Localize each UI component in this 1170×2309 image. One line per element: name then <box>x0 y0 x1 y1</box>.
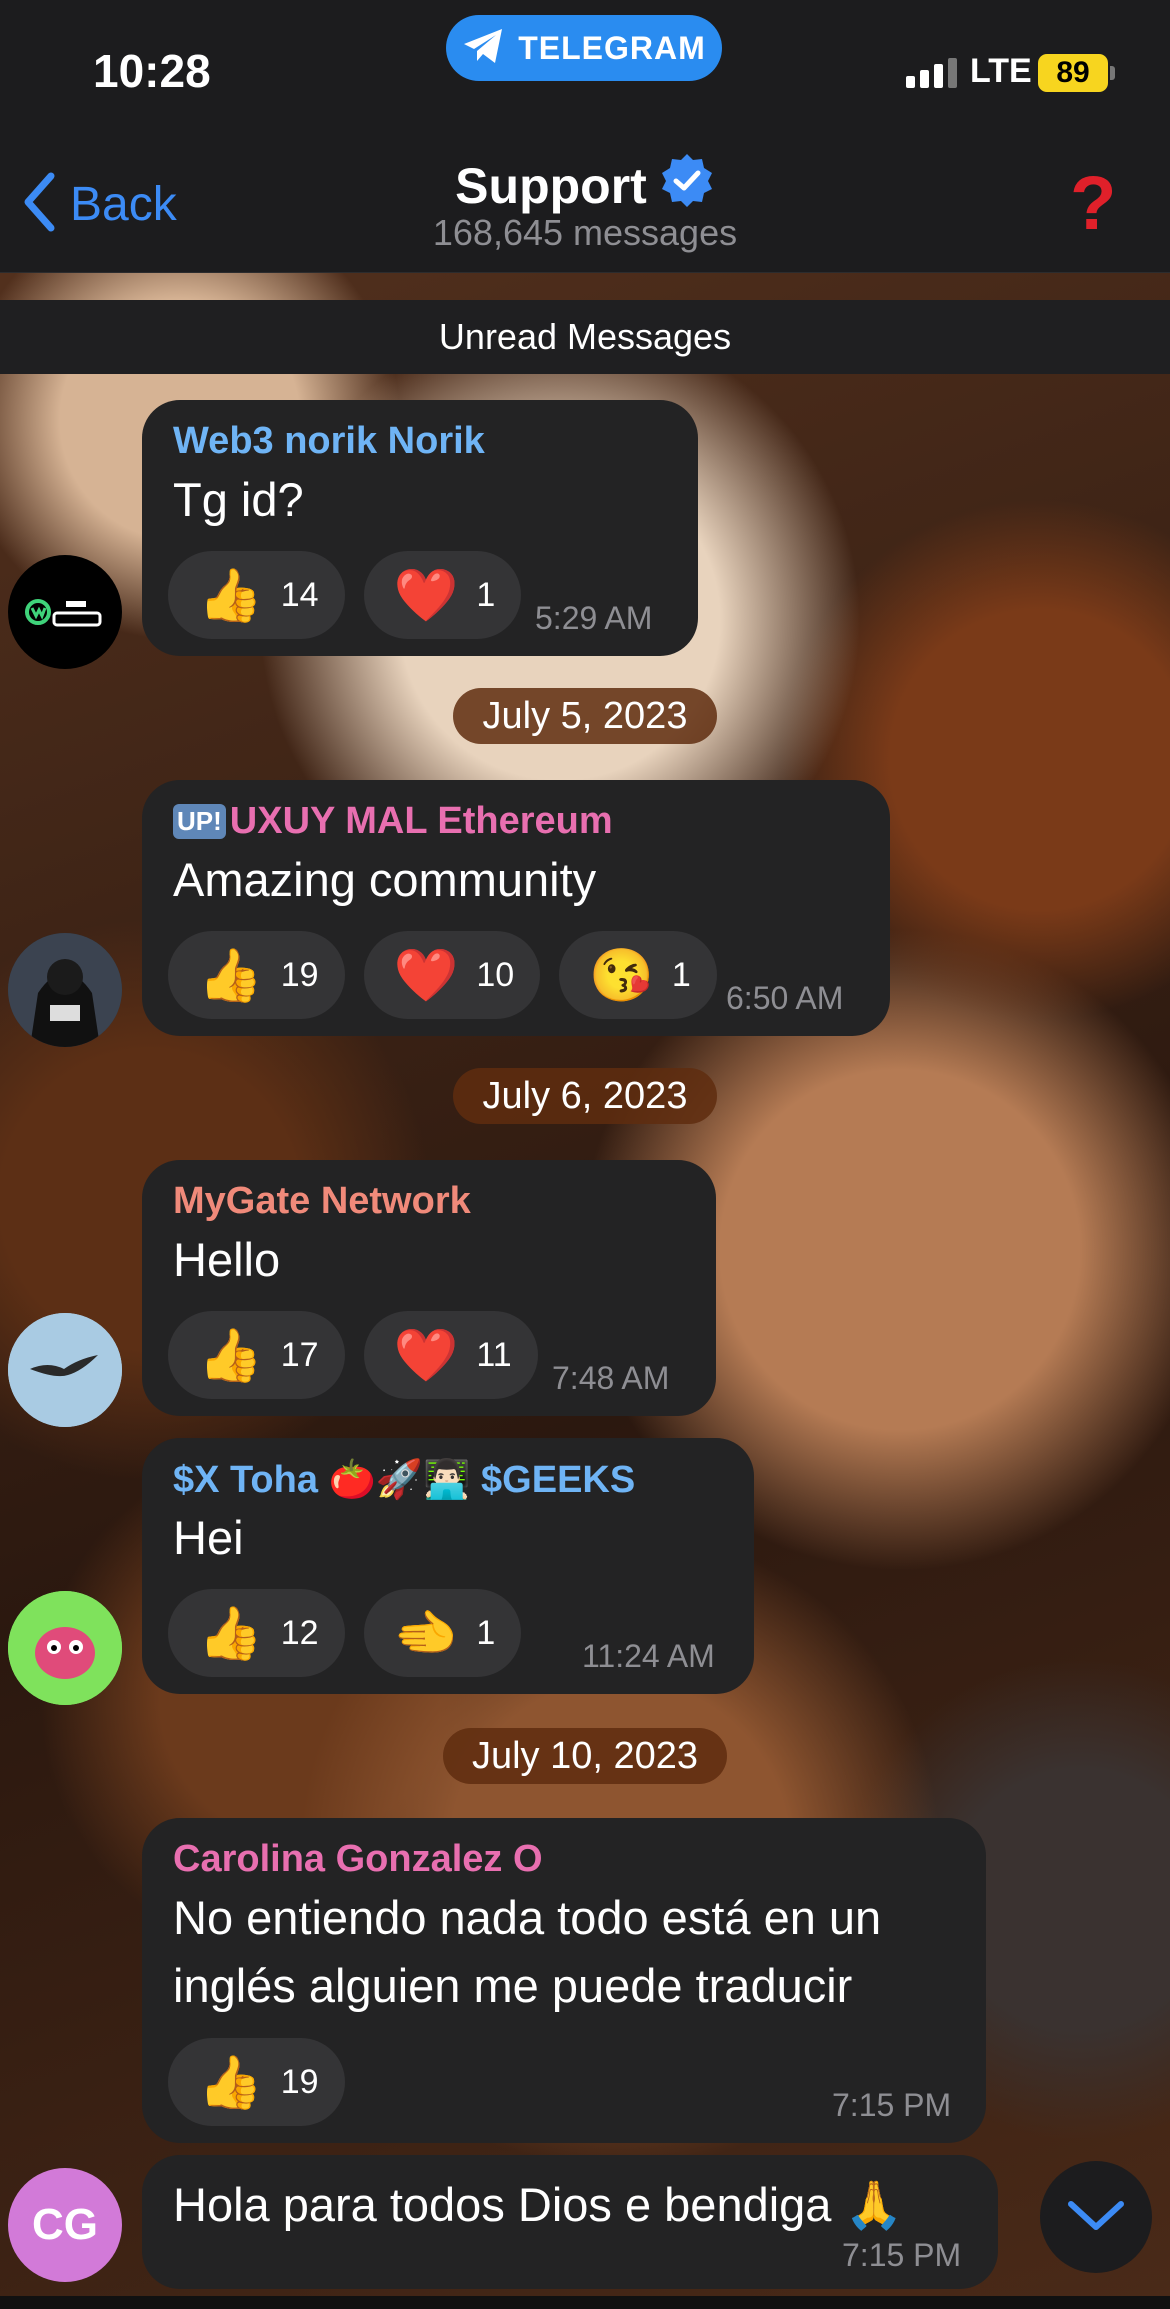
message-time: 5:29 AM <box>535 600 653 636</box>
pointing-hand-icon: 🫲 <box>393 1604 459 1663</box>
up-badge: UP! <box>173 804 226 839</box>
message-bubble[interactable]: Web3 norik Norik Tg id? 👍 14 ❤️ 1 5:29 A… <box>142 400 698 656</box>
avatar[interactable] <box>8 555 122 669</box>
reaction-count: 1 <box>476 575 496 614</box>
message-text: Hola para todos Dios e bendiga 🙏 <box>173 2178 904 2231</box>
avatar[interactable] <box>8 1313 122 1427</box>
hoodie-person-icon <box>8 933 122 1047</box>
chat-title[interactable]: Support <box>455 152 715 220</box>
verified-icon <box>659 152 715 220</box>
reaction-count: 11 <box>476 1335 512 1374</box>
message-bubble[interactable]: $X Toha 🍅🚀👨🏻‍💻 $GEEKS Hei 👍 12 🫲 1 11:24… <box>142 1438 754 1694</box>
unread-messages-divider: Unread Messages <box>0 300 1170 374</box>
reaction-count: 1 <box>671 955 691 994</box>
sender-name[interactable]: Carolina Gonzalez O <box>173 1838 543 1881</box>
avatar[interactable] <box>8 933 122 1047</box>
heart-icon: ❤️ <box>393 566 459 625</box>
message-text: Tg id? <box>173 473 304 526</box>
kissing-face-icon: 😘 <box>589 946 654 1005</box>
reaction-kiss[interactable]: 😘 1 <box>559 931 717 1019</box>
status-bar: 10:28 TELEGRAM LTE 89 <box>0 0 1170 120</box>
message-text: Hei <box>173 1511 244 1564</box>
sender-name[interactable]: MyGate Network <box>173 1180 471 1223</box>
message-bubble[interactable]: MyGate Network Hello 👍 17 ❤️ 11 7:48 AM <box>142 1160 716 1416</box>
message-time: 7:15 PM <box>832 2087 952 2123</box>
avatar-initials: CG <box>32 2200 98 2249</box>
date-label: July 6, 2023 <box>482 1074 688 1117</box>
reaction-thumbs-up[interactable]: 👍 12 <box>168 1589 345 1677</box>
reaction-thumbs-up[interactable]: 👍 19 <box>168 931 345 1019</box>
reaction-count: 19 <box>280 2062 319 2101</box>
reaction-heart[interactable]: ❤️ 11 <box>363 1311 538 1399</box>
chat-header: Back Support 168,645 messages ? <box>0 120 1170 273</box>
reaction-count: 1 <box>476 1613 496 1652</box>
message-time: 7:48 AM <box>552 1360 670 1396</box>
thumbs-up-icon: 👍 <box>198 1604 263 1663</box>
web3-orb-logo-icon <box>25 599 102 627</box>
date-separator: July 5, 2023 <box>453 688 717 744</box>
avatar[interactable] <box>8 1591 122 1705</box>
message-bubble[interactable]: Carolina Gonzalez O No entiendo nada tod… <box>142 1818 986 2143</box>
telegram-plane-icon <box>462 27 504 70</box>
message-bubble[interactable]: Hola para todos Dios e bendiga 🙏 7:15 PM <box>142 2155 998 2289</box>
status-time: 10:28 <box>93 45 211 97</box>
chat-title-text: Support <box>455 158 647 214</box>
message-text: Hello <box>173 1233 281 1286</box>
network-type: LTE <box>970 52 1032 90</box>
reaction-thumbs-up[interactable]: 👍 17 <box>168 1311 345 1399</box>
message-time: 6:50 AM <box>726 980 844 1016</box>
heart-icon: ❤️ <box>393 946 459 1005</box>
battery-tip <box>1110 66 1115 80</box>
message-text-line-1: No entiendo nada todo está en un <box>173 1891 882 1944</box>
reaction-heart[interactable]: ❤️ 1 <box>363 551 522 639</box>
telegram-banner-label: TELEGRAM <box>518 29 706 66</box>
message-text: Amazing community <box>173 853 597 906</box>
date-label: July 5, 2023 <box>482 694 688 737</box>
sender-name[interactable]: Web3 norik Norik <box>173 420 485 463</box>
signal-icon <box>906 58 957 88</box>
chevron-down-icon <box>1067 2198 1125 2237</box>
question-mark-icon[interactable]: ? <box>1070 160 1116 247</box>
reaction-count: 17 <box>280 1335 319 1374</box>
reaction-heart[interactable]: ❤️ 10 <box>363 931 541 1019</box>
date-separator: July 6, 2023 <box>453 1068 717 1124</box>
reaction-count: 14 <box>280 575 319 614</box>
home-indicator-area <box>0 2296 1170 2309</box>
message-text-line-2: inglés alguien me puede traducir <box>173 1959 853 2012</box>
reaction-thumbs-up[interactable]: 👍 19 <box>168 2038 345 2126</box>
thumbs-up-icon: 👍 <box>198 2053 263 2112</box>
battery-level: 89 <box>1056 56 1090 89</box>
sender-name[interactable]: $X Toha 🍅🚀👨🏻‍💻 $GEEKS <box>173 1458 635 1502</box>
thumbs-up-icon: 👍 <box>198 1326 263 1385</box>
sender-name[interactable]: UP! UXUY MAL Ethereum <box>173 800 613 843</box>
thumbs-up-icon: 👍 <box>198 946 263 1005</box>
thumbs-up-icon: 👍 <box>198 566 263 625</box>
pink-monster-icon <box>8 1591 122 1705</box>
date-label: July 10, 2023 <box>471 1734 699 1777</box>
chat-subtitle: 168,645 messages <box>432 212 738 253</box>
avatar[interactable]: CG <box>8 2168 122 2282</box>
sender-name-text: UXUY MAL Ethereum <box>229 800 613 842</box>
reaction-pointing-hand[interactable]: 🫲 1 <box>363 1589 522 1677</box>
reaction-count: 19 <box>280 955 319 994</box>
message-time: 11:24 AM <box>582 1638 715 1674</box>
scroll-down-button[interactable] <box>1040 2161 1152 2273</box>
reaction-thumbs-up[interactable]: 👍 14 <box>168 551 345 639</box>
message-bubble[interactable]: UP! UXUY MAL Ethereum Amazing community … <box>142 780 890 1036</box>
bird-icon <box>8 1313 122 1427</box>
message-time: 7:15 PM <box>842 2237 962 2273</box>
battery-icon: 89 <box>1038 54 1108 92</box>
date-separator: July 10, 2023 <box>443 1728 727 1784</box>
reaction-count: 10 <box>476 955 515 994</box>
unread-label: Unread Messages <box>438 316 732 357</box>
telegram-banner[interactable]: TELEGRAM <box>446 15 722 81</box>
reaction-count: 12 <box>280 1613 319 1652</box>
heart-icon: ❤️ <box>393 1326 459 1385</box>
